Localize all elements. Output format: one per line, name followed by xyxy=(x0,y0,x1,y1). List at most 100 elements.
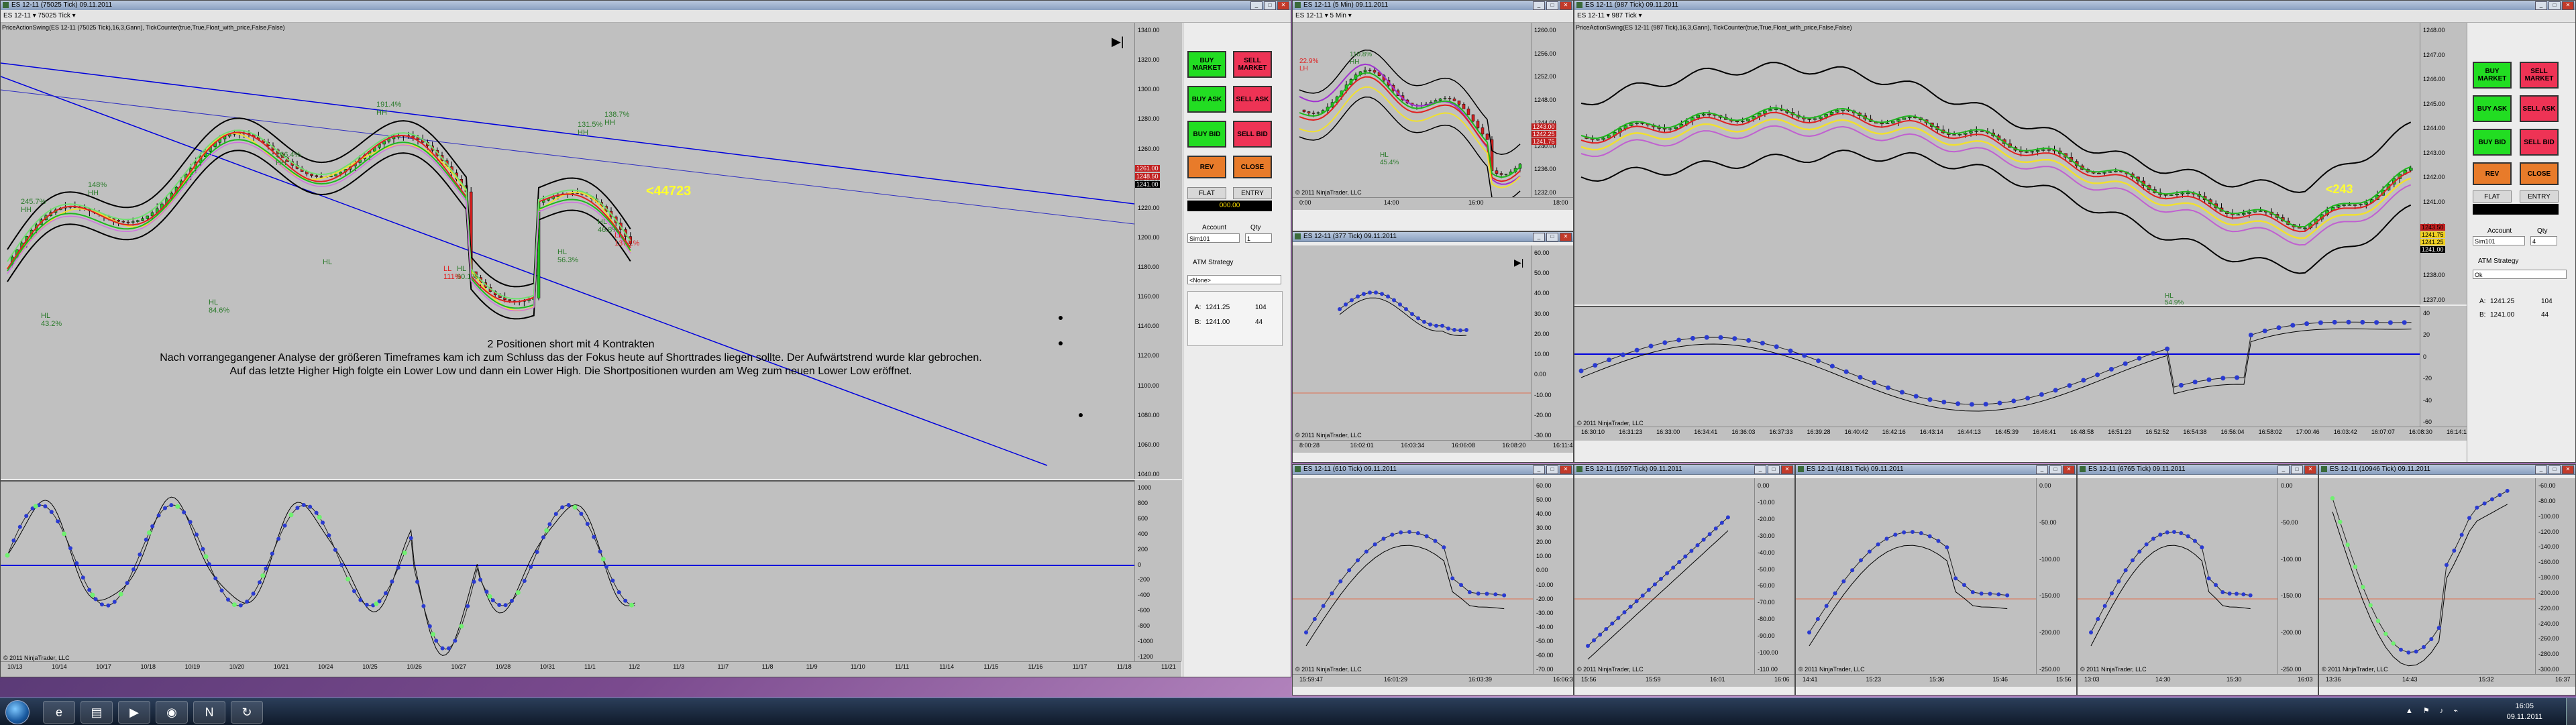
sell-market-button[interactable]: SELL MARKET xyxy=(1233,51,1272,78)
buy-ask-button[interactable]: BUY ASK xyxy=(1187,86,1226,113)
ninjatrader-taskbar-icon[interactable]: N xyxy=(193,701,225,724)
reverse-button[interactable]: REV xyxy=(2473,162,2512,185)
price-axis[interactable]: 1260.001256.001252.001248.001244.001240.… xyxy=(1531,23,1573,197)
close-button[interactable]: ✕ xyxy=(1560,1,1572,10)
oscillator-panel[interactable]: © 2011 NinjaTrader, LLC xyxy=(1796,478,2036,674)
close-button[interactable]: ✕ xyxy=(1781,465,1793,474)
chart-app-icon[interactable]: ↻ xyxy=(231,701,263,724)
reverse-button[interactable]: REV xyxy=(1187,156,1226,178)
folder-icon[interactable]: ▤ xyxy=(80,701,113,724)
price-chart[interactable]: PriceActionSwing(ES 12-11 (75025 Tick),1… xyxy=(1,23,1134,479)
buy-market-button[interactable]: BUY MARKET xyxy=(2473,62,2512,89)
title-bar[interactable]: ES 12-11 (75025 Tick) 09.11.2011 _ □ ✕ xyxy=(1,1,1291,11)
buy-market-button[interactable]: BUY MARKET xyxy=(1187,51,1226,78)
time-axis[interactable]: 13:36 14:43 15:32 16:37 xyxy=(2319,674,2575,687)
maximize-button[interactable]: □ xyxy=(1264,1,1276,10)
oscillator-panel[interactable]: © 2011 NinjaTrader, LLC xyxy=(2078,478,2277,674)
close-button[interactable]: ✕ xyxy=(2562,465,2574,474)
time-axis[interactable]: 13:03 14:30 15:30 16:03 xyxy=(2078,674,2318,687)
title-bar[interactable]: ES 12-11 (610 Tick) 09.11.2011 _ □ ✕ xyxy=(1293,465,1573,475)
sell-bid-button[interactable]: SELL BID xyxy=(1233,121,1272,148)
oscillator-panel[interactable]: © 2011 NinjaTrader, LLC xyxy=(1,480,1134,663)
buy-ask-button[interactable]: BUY ASK xyxy=(2473,95,2512,122)
chart-nav-icon[interactable]: ▶| xyxy=(1112,35,1124,49)
maximize-button[interactable]: □ xyxy=(1768,465,1780,474)
close-button[interactable]: ✕ xyxy=(2063,465,2075,474)
oscillator-panel[interactable]: © 2011 NinjaTrader, LLC xyxy=(1574,306,2420,428)
time-axis[interactable]: 14:41 15:23 15:36 15:46 15:56 xyxy=(1796,674,2076,687)
account-select[interactable]: Sim101 xyxy=(2473,236,2525,245)
start-button[interactable] xyxy=(5,700,30,724)
maximize-button[interactable]: □ xyxy=(2548,465,2561,474)
close-button[interactable]: ✕ xyxy=(1560,233,1572,241)
internet-explorer-icon[interactable]: e xyxy=(43,701,75,724)
maximize-button[interactable]: □ xyxy=(2548,1,2561,10)
minimize-button[interactable]: _ xyxy=(1533,1,1545,10)
time-axis[interactable]: 15:59:47 16:01:29 16:03:39 16:06:33 xyxy=(1293,674,1573,687)
maximize-button[interactable]: □ xyxy=(1546,1,1558,10)
maximize-button[interactable]: □ xyxy=(1546,465,1558,474)
close-position-button[interactable]: CLOSE xyxy=(2520,162,2559,185)
instrument-selector[interactable]: ES 12-11 ▾ 5 Min ▾ xyxy=(1295,12,1352,19)
atm-strategy-select[interactable]: <None> xyxy=(1187,275,1281,284)
sell-market-button[interactable]: SELL MARKET xyxy=(2520,62,2559,89)
firefox-icon[interactable]: ◉ xyxy=(156,701,188,724)
time-axis[interactable]: 16:30:10 16:31:23 16:33:00 16:34:41 16:36:03… xyxy=(1574,427,2470,441)
system-tray[interactable]: ▲ ⚑ ♪ ⌁ xyxy=(2406,706,2462,715)
instrument-selector[interactable]: ES 12-11 ▾ 75025 Tick ▾ xyxy=(3,12,76,19)
oscillator-panel[interactable]: ▶| © 2011 NinjaTrader, LLC xyxy=(1293,245,1531,440)
title-bar[interactable]: ES 12-11 (6765 Tick) 09.11.2011 _ □ ✕ xyxy=(2078,465,2318,475)
title-bar[interactable]: ES 12-11 (987 Tick) 09.11.2011 _ □ ✕ xyxy=(1574,1,2575,11)
chart-nav-icon[interactable]: ▶| xyxy=(1514,257,1523,268)
sell-ask-button[interactable]: SELL ASK xyxy=(2520,95,2559,122)
sell-ask-button[interactable]: SELL ASK xyxy=(1233,86,1272,113)
title-bar[interactable]: ES 12-11 (377 Tick) 09.11.2011 _ □ ✕ xyxy=(1293,232,1573,242)
minimize-button[interactable]: _ xyxy=(2535,1,2547,10)
price-chart[interactable]: PriceActionSwing(ES 12-11 (987 Tick),16,… xyxy=(1574,23,2420,304)
qty-input[interactable]: 1 xyxy=(1245,233,1272,243)
value-axis[interactable]: 0.00 -10.00 -20.00 -30.00 -40.00 -50.00 -60.00… xyxy=(1754,478,1794,674)
minimize-button[interactable]: _ xyxy=(2277,465,2290,474)
value-axis[interactable]: 0.00 -50.00 -100.00 -150.00 -200.00 -250.00 xyxy=(2277,478,2318,674)
time-axis[interactable]: 0:00 14:00 16:00 18:00 xyxy=(1293,197,1573,210)
title-bar[interactable]: ES 12-11 (1597 Tick) 09.11.2011 _ □ ✕ xyxy=(1574,465,1794,475)
clock[interactable]: 16:05 09.11.2011 xyxy=(2507,701,2542,722)
oscillator-panel[interactable]: © 2011 NinjaTrader, LLC xyxy=(1293,478,1533,674)
buy-bid-button[interactable]: BUY BID xyxy=(2473,129,2512,156)
oscillator-axis[interactable]: 1000 800 600 400 200 0 -200 -400 -600 -800 -1000 -1… xyxy=(1134,480,1182,661)
atm-strategy-select[interactable]: Ok xyxy=(2473,270,2567,279)
price-axis[interactable]: 1248.00 1247.00 1246.00 1245.00 1244.00 1243.… xyxy=(2420,23,2467,304)
account-select[interactable]: Sim101 xyxy=(1187,233,1240,243)
time-axis[interactable]: 10/13 10/14 10/17 10/18 10/19 10/20 10/21 10/24… xyxy=(1,661,1181,677)
oscillator-axis[interactable]: 40 20 0 -20 -40 -60 xyxy=(2420,306,2467,427)
qty-input[interactable]: 4 xyxy=(2530,236,2557,245)
title-bar[interactable]: ES 12-11 (4181 Tick) 09.11.2011 _ □ ✕ xyxy=(1796,465,2076,475)
value-axis[interactable]: -60.00 -80.00 -100.00 -120.00 -140.00 -160.00… xyxy=(2535,478,2575,674)
minimize-button[interactable]: _ xyxy=(2036,465,2048,474)
price-axis[interactable]: 1340.001320.001300.001280.001260.001240.… xyxy=(1134,23,1182,479)
instrument-selector[interactable]: ES 12-11 ▾ 987 Tick ▾ xyxy=(1577,12,1642,19)
media-player-icon[interactable]: ▶ xyxy=(118,701,150,724)
value-axis[interactable]: 60.00 50.00 40.00 30.00 20.00 10.00 0.00 -10.00… xyxy=(1531,245,1573,440)
buy-bid-button[interactable]: BUY BID xyxy=(1187,121,1226,148)
minimize-button[interactable]: _ xyxy=(1533,233,1545,241)
oscillator-panel[interactable]: © 2011 NinjaTrader, LLC xyxy=(2319,478,2535,674)
close-position-button[interactable]: CLOSE xyxy=(1233,156,1272,178)
maximize-button[interactable]: □ xyxy=(1546,233,1558,241)
show-desktop-button[interactable] xyxy=(2566,698,2576,725)
value-axis[interactable]: 0.00 -50.00 -100.00 -150.00 -200.00 -250.00 xyxy=(2036,478,2076,674)
time-axis[interactable]: 8:00:28 16:02:01 16:03:34 16:06:08 16:08:20 1… xyxy=(1293,440,1573,453)
value-axis[interactable]: 60.00 50.00 40.00 30.00 20.00 10.00 0.00 -10.00… xyxy=(1533,478,1573,674)
close-button[interactable]: ✕ xyxy=(2562,1,2574,10)
close-button[interactable]: ✕ xyxy=(1277,1,1289,10)
maximize-button[interactable]: □ xyxy=(2291,465,2303,474)
sell-bid-button[interactable]: SELL BID xyxy=(2520,129,2559,156)
price-chart[interactable]: 22.9% LH 110.8% HH HL 45.4% © 2011 NinjaTrade… xyxy=(1293,23,1531,197)
minimize-button[interactable]: _ xyxy=(1250,1,1263,10)
title-bar[interactable]: ES 12-11 (10946 Tick) 09.11.2011 _ □ ✕ xyxy=(2319,465,2575,475)
time-axis[interactable]: 15:56 15:59 16:01 16:06 xyxy=(1574,674,1794,687)
minimize-button[interactable]: _ xyxy=(1533,465,1545,474)
minimize-button[interactable]: _ xyxy=(2535,465,2547,474)
oscillator-panel[interactable]: © 2011 NinjaTrader, LLC xyxy=(1574,478,1754,674)
close-button[interactable]: ✕ xyxy=(1560,465,1572,474)
